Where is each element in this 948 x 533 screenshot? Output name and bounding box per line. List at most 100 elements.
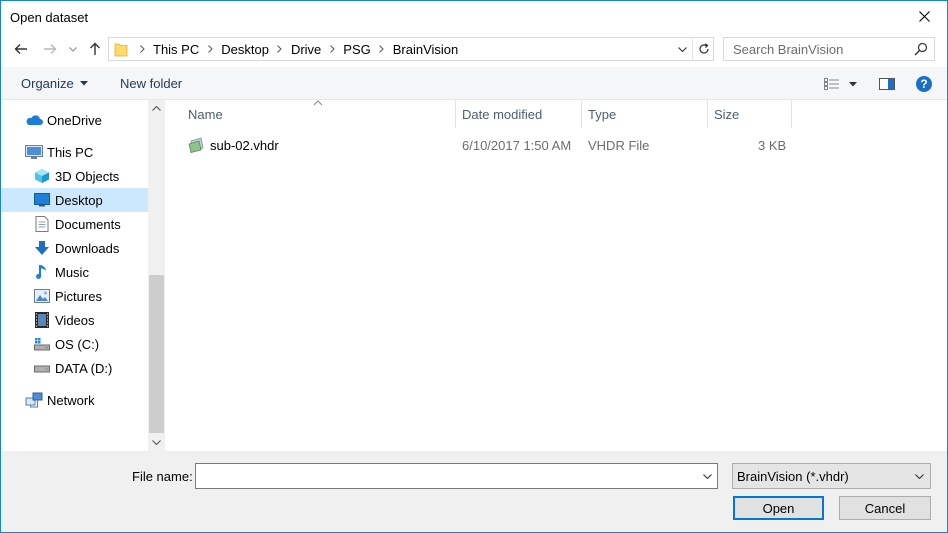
breadcrumb-item-brainvision[interactable]: BrainVision: [389, 42, 463, 57]
documents-icon: [33, 215, 51, 233]
breadcrumb-item-desktop[interactable]: Desktop: [217, 42, 273, 57]
vhdr-file-icon: [188, 137, 204, 153]
file-type-filter-select[interactable]: BrainVision (*.vhdr): [732, 463, 931, 489]
breadcrumb-item-this-pc[interactable]: This PC: [149, 42, 203, 57]
nav-pane-scrollbar[interactable]: [148, 100, 165, 451]
breadcrumb-item-psg[interactable]: PSG: [339, 42, 374, 57]
open-label: Open: [762, 500, 795, 516]
column-header-date-modified[interactable]: Date modified: [456, 100, 582, 128]
videos-icon: [33, 311, 51, 329]
nav-item-data-d[interactable]: DATA (D:): [1, 356, 148, 380]
open-button[interactable]: Open: [733, 496, 824, 520]
help-button[interactable]: ?: [915, 74, 933, 94]
nav-item-os-c[interactable]: OS (C:): [1, 332, 148, 356]
onedrive-cloud-icon: [25, 111, 43, 129]
chevron-down-icon: [69, 46, 77, 52]
column-header-size[interactable]: Size: [708, 100, 792, 128]
organize-button[interactable]: Organize: [21, 76, 88, 91]
column-header-type[interactable]: Type: [582, 100, 708, 128]
organize-label: Organize: [21, 76, 74, 91]
cancel-label: Cancel: [864, 500, 906, 516]
filename-input[interactable]: [196, 464, 696, 488]
file-size: 3 KB: [758, 138, 787, 153]
chevron-right-icon: [273, 45, 287, 53]
drive-os-icon: [33, 335, 51, 353]
chevron-right-icon: [203, 45, 217, 53]
filename-dropdown-button[interactable]: [697, 464, 717, 488]
refresh-icon: [698, 43, 709, 54]
drive-icon: [33, 359, 51, 377]
file-name: sub-02.vhdr: [210, 138, 279, 153]
new-folder-label: New folder: [120, 76, 183, 91]
nav-item-label: OS (C:): [55, 336, 100, 352]
filter-dropdown-button[interactable]: [911, 464, 927, 488]
file-row[interactable]: sub-02.vhdr 6/10/2017 1:50 AM VHDR File …: [185, 135, 795, 157]
chevron-down-icon: [152, 440, 161, 445]
refresh-button[interactable]: [692, 38, 714, 60]
nav-item-network[interactable]: Network: [1, 388, 148, 412]
help-icon: ?: [916, 76, 932, 92]
nav-item-onedrive[interactable]: OneDrive: [1, 108, 148, 132]
network-icon: [25, 391, 43, 409]
nav-item-documents[interactable]: Documents: [1, 212, 148, 236]
column-label: Type: [588, 106, 617, 122]
search-input[interactable]: [724, 38, 910, 60]
column-label: Size: [714, 106, 740, 122]
computer-icon: [25, 143, 43, 161]
preview-pane-icon: [879, 78, 895, 90]
nav-item-music[interactable]: Music: [1, 260, 148, 284]
chevron-down-icon: [914, 473, 924, 479]
search-icon: [914, 42, 928, 56]
svg-text:?: ?: [920, 77, 927, 91]
downloads-icon: [33, 239, 51, 257]
nav-item-label: DATA (D:): [55, 360, 113, 376]
column-label: Name: [188, 106, 223, 122]
nav-item-label: Downloads: [55, 240, 120, 256]
nav-item-label: Documents: [55, 216, 121, 232]
forward-button[interactable]: [41, 39, 59, 59]
nav-item-videos[interactable]: Videos: [1, 308, 148, 332]
up-arrow-icon: [90, 42, 100, 55]
nav-item-3d-objects[interactable]: 3D Objects: [1, 164, 148, 188]
title-bar: Open dataset: [1, 1, 947, 33]
nav-item-label: Network: [47, 392, 95, 408]
chevron-right-icon: [325, 45, 339, 53]
preview-pane-button[interactable]: [878, 74, 896, 94]
filter-selected-value: BrainVision (*.vhdr): [737, 469, 849, 484]
details-view-icon: [824, 78, 839, 90]
navigation-pane: OneDrive This PC 3D Objects Desktop Docu…: [1, 100, 165, 451]
filename-combobox[interactable]: [195, 463, 718, 489]
address-bar[interactable]: This PC Desktop Drive PSG BrainVision: [108, 37, 714, 61]
new-folder-button[interactable]: New folder: [120, 76, 182, 91]
nav-item-downloads[interactable]: Downloads: [1, 236, 148, 260]
change-view-button[interactable]: [823, 74, 841, 94]
back-arrow-icon: [14, 44, 27, 54]
breadcrumb: This PC Desktop Drive PSG BrainVision: [135, 38, 462, 60]
search-box[interactable]: [723, 37, 935, 61]
nav-item-pictures[interactable]: Pictures: [1, 284, 148, 308]
chevron-down-icon: [702, 473, 712, 479]
address-history-dropdown[interactable]: [672, 38, 692, 60]
view-options-dropdown[interactable]: [846, 74, 860, 94]
chevron-down-icon: [677, 46, 687, 52]
cancel-button[interactable]: Cancel: [839, 496, 931, 520]
folder-icon: [114, 43, 128, 57]
chevron-right-icon: [375, 45, 389, 53]
up-button[interactable]: [87, 39, 103, 59]
scroll-up-button[interactable]: [148, 100, 165, 117]
desktop-icon: [33, 191, 51, 209]
column-header-name[interactable]: Name: [182, 100, 456, 128]
close-button[interactable]: [901, 1, 947, 32]
scrollbar-thumb[interactable]: [149, 275, 164, 433]
column-label: Date modified: [462, 106, 543, 122]
file-date-modified: 6/10/2017 1:50 AM: [462, 138, 572, 153]
chevron-right-icon: [135, 45, 149, 53]
recent-locations-button[interactable]: [67, 39, 79, 59]
breadcrumb-item-drive[interactable]: Drive: [287, 42, 325, 57]
nav-item-desktop[interactable]: Desktop: [1, 188, 148, 212]
chevron-up-icon: [152, 106, 161, 111]
back-button[interactable]: [12, 39, 30, 59]
nav-item-this-pc[interactable]: This PC: [1, 140, 148, 164]
nav-item-label: OneDrive: [47, 112, 102, 128]
scroll-down-button[interactable]: [148, 434, 165, 451]
